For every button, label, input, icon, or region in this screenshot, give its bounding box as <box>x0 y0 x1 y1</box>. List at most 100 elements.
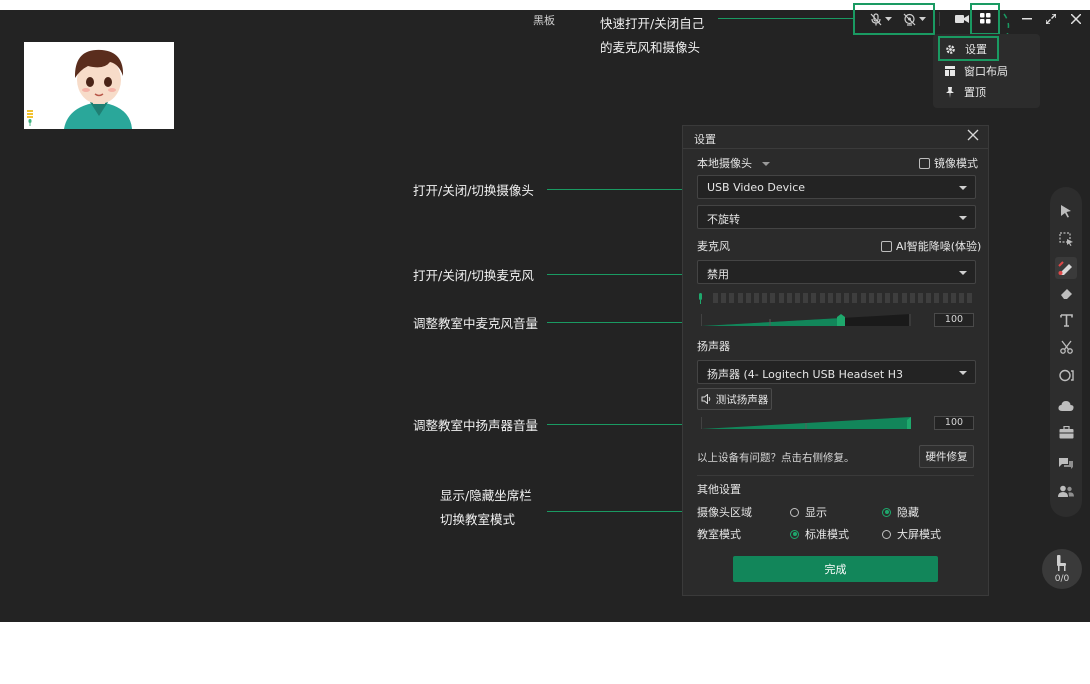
meter-segment <box>909 293 915 303</box>
mic-volume-input[interactable]: 100 <box>934 313 974 327</box>
problem-hint: 以上设备有问题？点击右侧修复。 <box>697 452 855 464</box>
speaker-volume-input[interactable]: 100 <box>934 416 974 430</box>
annotation-line <box>547 322 682 323</box>
speaker-volume-slider[interactable] <box>701 416 911 430</box>
meter-segment <box>745 293 751 303</box>
standard-label: 标准模式 <box>805 528 849 541</box>
divider <box>697 475 974 476</box>
menu-item-window-layout[interactable]: 窗口布局 <box>945 63 1008 79</box>
menu-item-label: 窗口布局 <box>964 65 1008 78</box>
chevron-down-icon <box>959 371 967 375</box>
meter-segment <box>885 293 891 303</box>
camera-area-label: 摄像头区域 <box>697 506 752 519</box>
settings-header: 设置 <box>683 126 988 149</box>
meter-segment <box>713 293 718 303</box>
meter-segment <box>721 293 727 303</box>
shapes-icon <box>1058 369 1074 381</box>
blackboard-label[interactable]: 黑板 <box>533 12 555 28</box>
separator <box>939 12 940 26</box>
radio-dot <box>882 529 891 539</box>
chevron-down-icon <box>761 162 770 166</box>
done-button[interactable]: 完成 <box>733 556 938 582</box>
text-tool[interactable] <box>1058 312 1074 328</box>
rotation-select[interactable]: 不旋转 <box>697 205 976 229</box>
seat-count: 0/0 <box>1054 574 1070 584</box>
mirror-checkbox[interactable]: 镜像模式 <box>919 155 978 171</box>
chevron-down-icon <box>959 216 967 220</box>
chevron-down-icon <box>959 186 967 190</box>
local-camera-label[interactable]: 本地摄像头 <box>697 155 770 171</box>
avatar-illustration <box>24 42 174 129</box>
cloud-icon <box>1058 400 1074 411</box>
scissors-icon <box>1059 340 1073 354</box>
mic-level-icon <box>27 110 33 126</box>
test-speaker-button[interactable]: 测试扬声器 <box>697 388 772 410</box>
seat-icon <box>1057 555 1066 571</box>
pen-tool[interactable] <box>1055 257 1077 279</box>
meter-segment <box>795 293 800 303</box>
cloud-tool[interactable] <box>1058 397 1074 413</box>
pointer-tool[interactable] <box>1058 203 1074 219</box>
camera-device-select[interactable]: USB Video Device <box>697 175 976 199</box>
camera-area-show-radio[interactable]: 显示 <box>790 504 827 520</box>
meter-segment <box>918 293 923 303</box>
chevron-down-icon <box>959 271 967 275</box>
members-tool[interactable] <box>1058 483 1074 499</box>
hide-label: 隐藏 <box>897 506 919 519</box>
checkbox-box <box>919 157 930 169</box>
other-settings-label: 其他设置 <box>697 483 741 496</box>
speaker-label: 扬声器 <box>697 340 730 353</box>
chat-tool[interactable] <box>1058 455 1074 471</box>
meter-segment <box>729 293 735 303</box>
annotation-mic-volume: 调整教室中麦克风音量 <box>413 316 539 331</box>
annotation-quick-toggle-2: 的麦克风和摄像头 <box>600 40 701 55</box>
mic-device-select[interactable]: 禁用 <box>697 260 976 284</box>
shape-tool[interactable] <box>1058 367 1074 383</box>
annotation-mic: 打开/关闭/切换麦克风 <box>413 268 534 283</box>
text-icon <box>1059 313 1073 327</box>
eraser-tool[interactable] <box>1058 285 1074 301</box>
close-icon[interactable] <box>1071 14 1081 24</box>
camera-area-hide-radio[interactable]: 隐藏 <box>882 504 919 520</box>
meter-segment <box>967 293 973 303</box>
close-icon[interactable] <box>967 129 979 141</box>
meter-segment <box>827 293 833 303</box>
layout-icon <box>945 66 955 76</box>
meter-segment <box>786 293 792 303</box>
toolbox-tool[interactable] <box>1058 424 1074 440</box>
settings-panel: 设置 本地摄像头 镜像模式 USB Video Device 不旋转 麦克风 A… <box>682 125 989 596</box>
speaker-icon <box>701 394 710 404</box>
cut-tool[interactable] <box>1058 339 1074 355</box>
select-tool[interactable] <box>1058 231 1074 247</box>
meter-segment <box>819 293 825 303</box>
mic-level-meter <box>697 292 977 304</box>
drawing-toolbar <box>1050 187 1082 517</box>
menu-button-highlight <box>970 3 1000 35</box>
settings-highlight <box>938 36 999 61</box>
seat-list-button[interactable]: 0/0 <box>1042 549 1082 589</box>
menu-item-pin-top[interactable]: 置顶 <box>945 84 986 100</box>
fullscreen-icon[interactable] <box>1046 14 1056 24</box>
annotation-line <box>547 511 682 512</box>
speaker-device-value: 扬声器 (4- Logitech USB Headset H3 <box>707 368 903 381</box>
mic-icon <box>699 293 702 304</box>
repair-button[interactable]: 硬件修复 <box>919 445 974 468</box>
video-camera-icon[interactable] <box>955 13 969 25</box>
meter-segment <box>836 293 841 303</box>
bigscreen-mode-radio[interactable]: 大屏模式 <box>882 526 941 542</box>
toolbox-icon <box>1059 425 1073 438</box>
test-speaker-label: 测试扬声器 <box>715 393 769 406</box>
ai-noise-checkbox[interactable]: AI智能降噪(体验) <box>881 238 981 254</box>
meter-segment <box>811 293 817 303</box>
pen-icon <box>1058 261 1072 275</box>
users-icon <box>1058 485 1074 497</box>
cursor-icon <box>1061 205 1071 218</box>
annotation-line <box>547 189 682 190</box>
minimize-icon[interactable] <box>1022 18 1032 20</box>
annotation-seat: 显示/隐藏坐席栏 <box>440 488 532 503</box>
meter-segment <box>778 293 784 303</box>
standard-mode-radio[interactable]: 标准模式 <box>790 526 849 542</box>
speaker-device-select[interactable]: 扬声器 (4- Logitech USB Headset H3 <box>697 360 976 384</box>
meter-segment <box>803 293 809 303</box>
mic-volume-slider[interactable] <box>701 313 911 327</box>
